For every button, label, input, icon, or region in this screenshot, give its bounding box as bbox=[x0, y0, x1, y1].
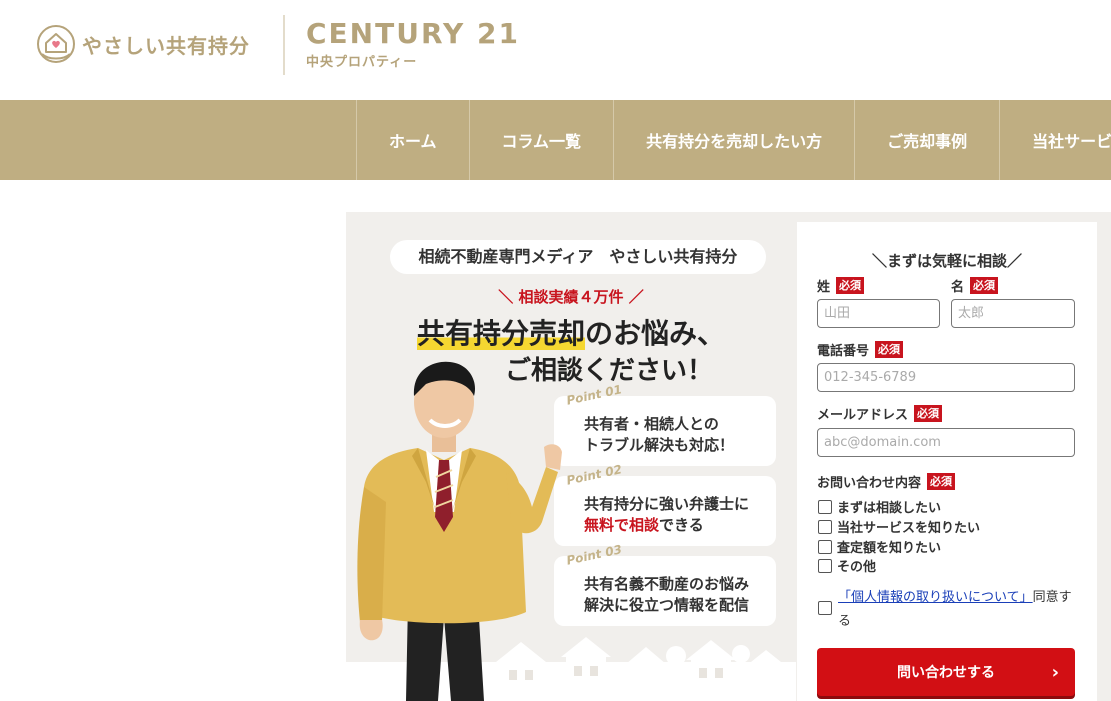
brand-subtitle: 中央プロパティー bbox=[306, 55, 418, 70]
required-badge: 必須 bbox=[970, 277, 999, 294]
nav-item-columns[interactable]: コラム一覧 bbox=[468, 100, 614, 180]
checkbox[interactable] bbox=[818, 539, 832, 554]
email-label-text: メールアドレス bbox=[817, 408, 909, 423]
point-line: 解決に役立つ情報を配信 bbox=[584, 596, 750, 614]
point-card-1: Point 01 共有者・相続人との トラブル解決も対応！ bbox=[554, 382, 776, 466]
nav-item-home[interactable]: ホーム bbox=[356, 100, 469, 180]
brand-title: CENTURY 21 bbox=[306, 17, 520, 50]
main-nav: ホーム コラム一覧 共有持分を売却したい方 ご売却事例 当社サービス bbox=[0, 100, 1111, 180]
last-name-label: 姓必須 bbox=[817, 276, 865, 295]
headline-highlight: 共有持分売却 bbox=[416, 317, 585, 350]
inquiry-label: お問い合わせ内容 必須 bbox=[817, 472, 956, 491]
header-divider bbox=[283, 15, 285, 75]
checkbox[interactable] bbox=[818, 558, 832, 573]
house-heart-icon bbox=[37, 25, 75, 63]
logo-text: やさしい共有持分 bbox=[82, 33, 250, 58]
privacy-policy-link[interactable]: 「個人情報の取り扱いについて」 bbox=[838, 590, 1033, 605]
email-label: メールアドレス 必須 bbox=[817, 404, 943, 423]
nav-item-cases[interactable]: ご売却事例 bbox=[854, 100, 999, 180]
point-highlight: 無料で相談 bbox=[584, 516, 660, 534]
media-label: 相続不動産専門メディア やさしい共有持分 bbox=[390, 240, 766, 274]
results-label: ＼ 相談実績４万件 ／ bbox=[498, 288, 644, 306]
nav-item-services[interactable]: 当社サービス bbox=[999, 100, 1111, 180]
last-name-input[interactable] bbox=[817, 299, 940, 328]
phone-label: 電話番号 必須 bbox=[817, 340, 904, 359]
required-badge: 必須 bbox=[836, 277, 865, 294]
chevron-right-icon: › bbox=[1051, 662, 1059, 683]
inquiry-option-service[interactable]: 当社サービスを知りたい bbox=[818, 517, 980, 536]
first-name-label: 名必須 bbox=[951, 276, 999, 295]
point-line: できる bbox=[659, 516, 704, 534]
last-name-label-text: 姓 bbox=[817, 280, 831, 295]
first-name-label-text: 名 bbox=[951, 280, 965, 295]
point-line: 共有名義不動産のお悩み bbox=[584, 575, 750, 593]
checkbox[interactable] bbox=[818, 499, 832, 514]
site-logo[interactable]: やさしい共有持分 bbox=[36, 24, 250, 64]
point-card-3: Point 03 共有名義不動産のお悩み 解決に役立つ情報を配信 bbox=[554, 542, 776, 626]
inquiry-option-label: まずは相談したい bbox=[837, 501, 942, 516]
phone-label-text: 電話番号 bbox=[817, 344, 870, 359]
first-name-input[interactable] bbox=[951, 299, 1075, 328]
site-header: やさしい共有持分 CENTURY 21 中央プロパティー bbox=[0, 0, 1111, 100]
nav-item-sell[interactable]: 共有持分を売却したい方 bbox=[613, 100, 854, 180]
point-card-2: Point 02 共有持分に強い弁護士に 無料で相談できる bbox=[554, 462, 776, 546]
submit-label: 問い合わせする bbox=[897, 665, 995, 681]
required-badge: 必須 bbox=[914, 405, 943, 422]
form-title: ＼まずは気軽に相談／ bbox=[871, 252, 1022, 270]
inquiry-option-other[interactable]: その他 bbox=[818, 556, 876, 575]
checkbox[interactable] bbox=[818, 519, 832, 534]
privacy-checkbox[interactable] bbox=[818, 601, 832, 615]
century21-logo[interactable]: CENTURY 21 中央プロパティー bbox=[306, 17, 520, 71]
spokesperson-illustration bbox=[357, 361, 562, 701]
hero-banner[interactable]: 相続不動産専門メディア やさしい共有持分 ＼ 相談実績４万件 ／ 共有持分売却の… bbox=[346, 212, 796, 701]
required-badge: 必須 bbox=[875, 341, 904, 358]
email-input[interactable] bbox=[817, 428, 1075, 457]
submit-button[interactable]: 問い合わせする › bbox=[817, 648, 1075, 696]
inquiry-label-text: お問い合わせ内容 bbox=[817, 476, 922, 491]
hero-headline: 共有持分売却のお悩み、 bbox=[346, 312, 796, 352]
inquiry-option-consult[interactable]: まずは相談したい bbox=[818, 497, 941, 516]
point-line: 共有者・相続人との bbox=[584, 415, 719, 433]
required-badge: 必須 bbox=[927, 473, 956, 490]
inquiry-option-label: その他 bbox=[837, 560, 877, 575]
point-line: 共有持分に強い弁護士に bbox=[584, 495, 750, 513]
phone-input[interactable] bbox=[817, 363, 1075, 392]
inquiry-option-label: 当社サービスを知りたい bbox=[837, 521, 981, 536]
point-line: トラブル解決も対応！ bbox=[584, 436, 735, 454]
inquiry-option-appraisal[interactable]: 査定額を知りたい bbox=[818, 537, 941, 556]
headline-rest: のお悩み、 bbox=[585, 317, 726, 350]
inquiry-option-label: 査定額を知りたい bbox=[837, 541, 942, 556]
